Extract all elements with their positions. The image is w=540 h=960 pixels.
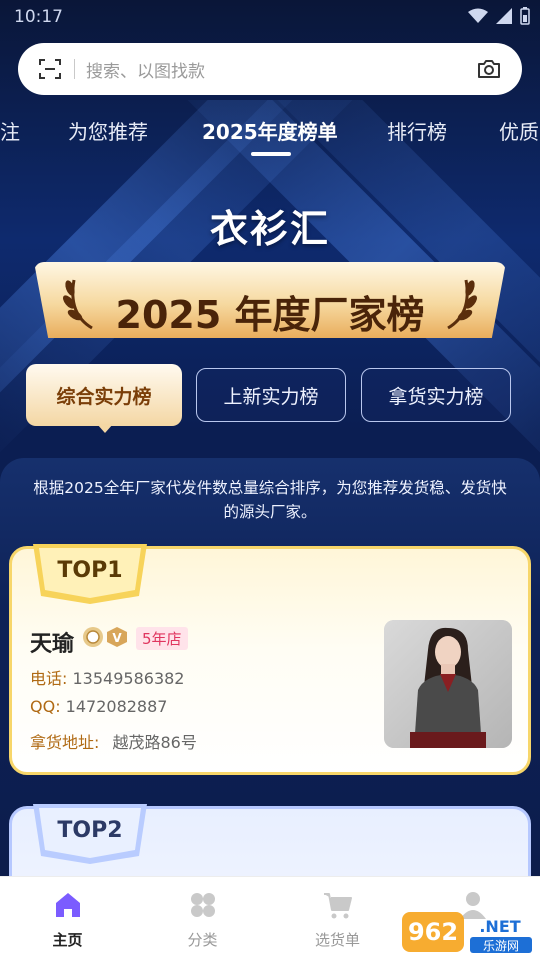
top-rank-label: TOP1 <box>57 558 123 583</box>
app-screen: 10:17 搜索、以图找款 注 为您推荐 2025年度榜单 排行榜 优质 衣衫汇 <box>0 0 540 960</box>
product-photo-image <box>384 620 512 748</box>
ranking-tabs: 综合实力榜 上新实力榜 拿货实力榜 <box>0 364 540 428</box>
address-value: 越茂路86号 <box>112 733 197 752</box>
nav-cart-label: 选货单 <box>314 931 360 949</box>
status-bar: 10:17 <box>0 0 540 36</box>
tab-overall-strength-label: 综合实力榜 <box>56 385 152 408</box>
address-row: 拿货地址: 越茂路86号 <box>30 729 197 753</box>
nav-cart[interactable]: 选货单 <box>270 877 405 960</box>
scan-icon[interactable] <box>38 57 62 81</box>
address-label: 拿货地址: <box>30 733 100 752</box>
watermark-logo: 962 .NET 乐游网 <box>402 912 532 953</box>
camera-icon[interactable] <box>476 56 502 82</box>
site-watermark: 962 .NET 乐游网 <box>400 910 536 956</box>
signal-icon <box>496 8 512 24</box>
tab-recommended[interactable]: 为您推荐 <box>68 116 148 145</box>
active-subtab-pointer <box>97 424 113 433</box>
svg-text:V: V <box>112 631 122 645</box>
phone-label: 电话: <box>30 669 68 688</box>
active-tab-indicator <box>251 152 291 156</box>
search-divider <box>74 59 75 79</box>
hero-title: 2025 年度厂家榜 <box>115 293 425 337</box>
tab-quality[interactable]: 优质 <box>499 116 539 145</box>
svg-text:962: 962 <box>408 918 458 946</box>
nav-home-label: 主页 <box>52 931 83 949</box>
tab-new-arrivals-strength-label: 上新实力榜 <box>223 385 319 408</box>
tab-new-arrivals-strength[interactable]: 上新实力榜 <box>196 368 346 422</box>
search-bar[interactable]: 搜索、以图找款 <box>18 43 522 95</box>
qq-row: QQ: 1472082887 <box>30 697 167 716</box>
certified-medal-icon <box>83 627 103 647</box>
qq-label: QQ: <box>30 697 61 716</box>
tab-wholesale-strength-label: 拿货实力榜 <box>388 385 484 408</box>
store-age-badge: 5年店 <box>136 627 188 650</box>
svg-text:.NET: .NET <box>479 917 520 936</box>
tab-overall-strength[interactable]: 综合实力榜 <box>26 364 182 426</box>
phone-value[interactable]: 13549586382 <box>73 669 185 688</box>
wifi-icon <box>468 8 488 23</box>
tab-follow[interactable]: 注 <box>0 116 20 145</box>
status-time: 10:17 <box>14 7 63 27</box>
search-input[interactable]: 搜索、以图找款 <box>86 57 205 82</box>
nav-category-label: 分类 <box>187 931 218 949</box>
ranking-description: 根据2025全年厂家代发件数总量综合排序，为您推荐发货稳、发货快的源头厂家。 <box>33 479 507 521</box>
nav-home[interactable]: 主页 <box>0 877 135 960</box>
qq-value[interactable]: 1472082887 <box>66 697 168 716</box>
tab-annual-ranking[interactable]: 2025年度榜单 <box>202 116 338 145</box>
tab-leaderboard[interactable]: 排行榜 <box>387 116 447 145</box>
home-icon <box>56 893 80 917</box>
nav-category[interactable]: 分类 <box>135 877 270 960</box>
cart-icon <box>324 893 352 919</box>
brand-title: 衣衫汇 <box>209 207 330 251</box>
factory-name: 天瑜 <box>30 632 75 657</box>
second-rank-label: TOP2 <box>57 818 123 843</box>
svg-text:乐游网: 乐游网 <box>483 939 519 953</box>
phone-row: 电话: 13549586382 <box>30 665 184 689</box>
status-icons <box>468 7 530 25</box>
verified-v-icon: V <box>107 627 127 647</box>
battery-icon <box>520 7 530 25</box>
tab-wholesale-strength[interactable]: 拿货实力榜 <box>361 368 511 422</box>
category-icon <box>191 893 215 917</box>
product-photo[interactable] <box>384 620 512 748</box>
